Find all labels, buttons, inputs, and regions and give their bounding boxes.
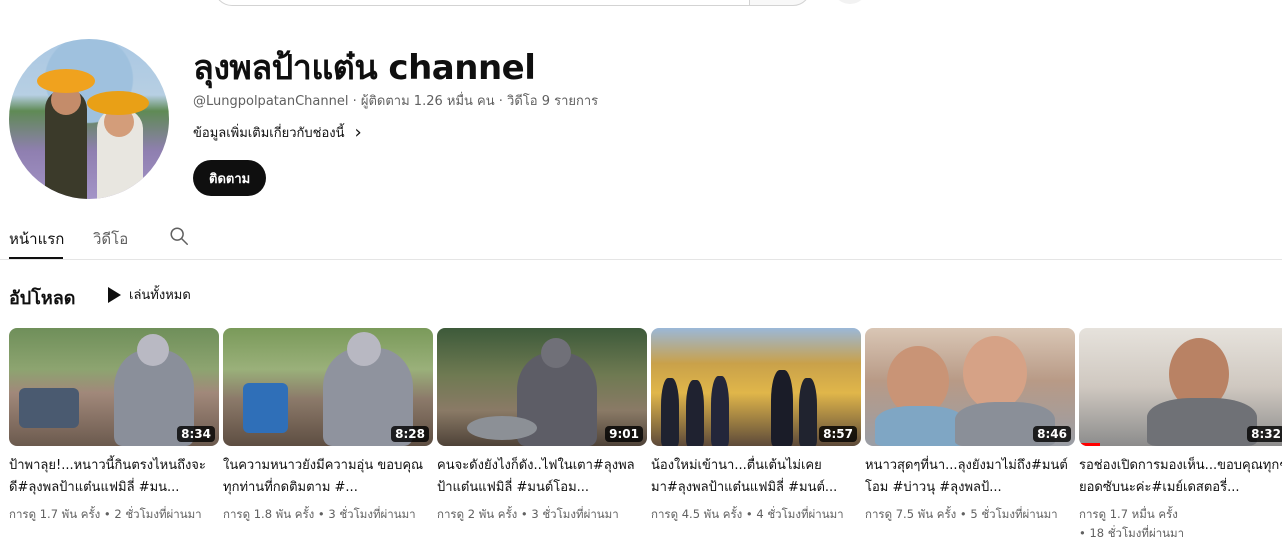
about-channel-link[interactable]: ข้อมูลเพิ่มเติมเกี่ยวกับช่องนี้ › xyxy=(193,122,362,143)
video-meta: การดู 7.5 พัน ครั้ง • 5 ชั่วโมงที่ผ่านมา xyxy=(865,507,1058,521)
video-duration: 8:32 xyxy=(1247,426,1282,442)
video-card[interactable]: 8:32 รอช่องเปิดการมองเห็น...ขอบคุณทุกๆยอ… xyxy=(1079,328,1282,543)
play-all-label: เล่นทั้งหมด xyxy=(129,288,191,303)
chevron-right-icon: › xyxy=(354,121,362,143)
video-thumbnail[interactable]: 8:28 xyxy=(223,328,433,446)
video-card[interactable]: 9:01 คนจะดังยังไงก็ดัง..ไฟในเตา#ลุงพลป้า… xyxy=(437,328,647,524)
watch-progress-bar xyxy=(1079,443,1100,446)
video-title[interactable]: รอช่องเปิดการมองเห็น...ขอบคุณทุกๆยอดซับน… xyxy=(1079,455,1282,499)
channel-tabs: หน้าแรก วิดีโอ xyxy=(0,215,1282,260)
video-card[interactable]: 8:28 ในความหนาวยังมีความอุ่น ขอบคุณทุกท่… xyxy=(223,328,433,524)
video-thumbnail[interactable]: 8:34 xyxy=(9,328,219,446)
tab-videos[interactable]: วิดีโอ xyxy=(93,227,128,251)
play-icon xyxy=(108,286,121,303)
video-duration: 8:57 xyxy=(819,426,857,442)
section-title-uploads: อัปโหลด xyxy=(9,288,76,309)
play-all-button[interactable]: เล่นทั้งหมด xyxy=(108,284,191,305)
channel-avatar xyxy=(9,39,169,199)
video-thumbnail[interactable]: 8:57 xyxy=(651,328,861,446)
about-label: ข้อมูลเพิ่มเติมเกี่ยวกับช่องนี้ xyxy=(193,126,345,141)
search-input[interactable] xyxy=(214,0,750,6)
video-title[interactable]: ป้าพาลุย!...หนาวนี้กินตรงไหนถึงจะดี#ลุงพ… xyxy=(9,455,219,499)
video-meta: การดู 1.7 พัน ครั้ง • 2 ชั่วโมงที่ผ่านมา xyxy=(9,507,202,521)
video-duration: 8:46 xyxy=(1033,426,1071,442)
video-card[interactable]: 8:46 หนาวสุดๆที่นา...ลุงยังมาไม่ถึง#มนต์… xyxy=(865,328,1075,524)
video-duration: 8:28 xyxy=(391,426,429,442)
channel-name: ลุงพลป้าแต๋น channel xyxy=(193,48,536,88)
video-meta: การดู 1.8 พัน ครั้ง • 3 ชั่วโมงที่ผ่านมา xyxy=(223,507,416,521)
video-title[interactable]: หนาวสุดๆที่นา...ลุงยังมาไม่ถึง#มนต์โอม #… xyxy=(865,455,1075,499)
search-icon[interactable] xyxy=(168,225,190,247)
channel-handle: @LungpolpatanChannel xyxy=(193,94,349,109)
video-duration: 8:34 xyxy=(177,426,215,442)
video-duration: 9:01 xyxy=(605,426,643,442)
video-thumbnail[interactable]: 8:32 xyxy=(1079,328,1282,446)
channel-stats: · ผู้ติดตาม 1.26 หมื่น คน · วิดีโอ 9 ราย… xyxy=(348,94,599,109)
video-thumbnail[interactable]: 8:46 xyxy=(865,328,1075,446)
subscribe-button[interactable]: ติดตาม xyxy=(193,160,267,196)
video-card[interactable]: 8:57 น้องใหม่เข้านา...ตื่นเต้นไม่เคยมา#ล… xyxy=(651,328,861,524)
video-meta: การดู 2 พัน ครั้ง • 3 ชั่วโมงที่ผ่านมา xyxy=(437,507,619,521)
voice-search-button[interactable] xyxy=(832,0,868,4)
tab-home[interactable]: หน้าแรก xyxy=(9,227,64,251)
video-title[interactable]: ในความหนาวยังมีความอุ่น ขอบคุณทุกท่านที่… xyxy=(223,455,433,499)
video-title[interactable]: คนจะดังยังไงก็ดัง..ไฟในเตา#ลุงพลป้าแต๋นแ… xyxy=(437,455,647,499)
active-tab-indicator xyxy=(9,257,63,259)
channel-meta: @LungpolpatanChannel · ผู้ติดตาม 1.26 หม… xyxy=(193,90,598,111)
video-meta: การดู 4.5 พัน ครั้ง • 4 ชั่วโมงที่ผ่านมา xyxy=(651,507,844,521)
video-thumbnail[interactable]: 9:01 xyxy=(437,328,647,446)
video-card[interactable]: 8:34 ป้าพาลุย!...หนาวนี้กินตรงไหนถึงจะดี… xyxy=(9,328,219,524)
video-meta: การดู 1.7 หมื่น ครั้ง • 18 ชั่วโมงที่ผ่าน… xyxy=(1079,507,1185,540)
search-button[interactable] xyxy=(749,0,811,6)
video-title[interactable]: น้องใหม่เข้านา...ตื่นเต้นไม่เคยมา#ลุงพลป… xyxy=(651,455,861,499)
